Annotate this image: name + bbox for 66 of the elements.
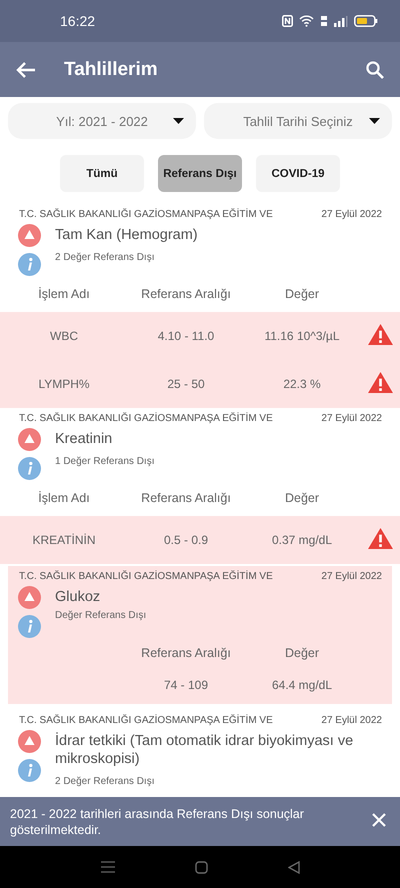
column-header: İşlem Adı [37, 287, 91, 301]
out-of-range-summary: Değer Referans Dışı [55, 610, 146, 621]
test-name: WBC [49, 329, 79, 343]
test-value: 22.3 % [282, 377, 322, 391]
test-value: 0.37 mg/dL [270, 533, 334, 547]
hospital-name: T.C. SAĞLIK BAKANLIĞI GAZİOSMANPAŞA EĞİTİM VE [19, 209, 273, 220]
test-value: 11.16 10^3/µL [263, 329, 341, 343]
result-date: 27 Eylül 2022 [321, 715, 382, 726]
home-icon[interactable] [194, 860, 208, 874]
test-value: 64.4 mg/dL [270, 678, 334, 692]
info-icon[interactable] [18, 457, 41, 480]
column-header: İşlem Adı [37, 491, 91, 505]
reference-range: 74 - 109 [162, 678, 210, 692]
warning-icon [366, 323, 394, 346]
column-header: Referans Aralığı [140, 491, 232, 505]
warning-icon [18, 224, 41, 247]
dropdown[interactable]: Tahlil Tarihi Seçiniz [204, 103, 392, 139]
info-icon[interactable] [18, 253, 41, 276]
status-time: 16:22 [60, 13, 96, 29]
reference-range: 4.10 - 11.0 [156, 329, 216, 343]
nfc-icon [282, 15, 293, 27]
back-icon[interactable] [288, 860, 300, 874]
column-header: Değer [284, 491, 320, 505]
reference-range: 25 - 50 [166, 377, 206, 391]
wifi-icon [299, 15, 314, 27]
warning-icon [18, 428, 41, 451]
test-title[interactable]: Tam Kan (Hemogram) [55, 224, 198, 244]
reference-range: 0.5 - 0.9 [162, 533, 210, 547]
hospital-name: T.C. SAĞLIK BAKANLIĞI GAZİOSMANPAŞA EĞİTİM VE [19, 571, 273, 582]
column-header: Referans Aralığı [140, 646, 232, 660]
warning-icon [18, 586, 41, 609]
result-date: 27 Eylül 2022 [321, 413, 382, 424]
back-arrow-icon[interactable] [16, 60, 36, 78]
out-of-range-summary: 1 Değer Referans Dışı [55, 456, 154, 467]
out-of-range-summary: 2 Değer Referans Dışı [55, 776, 156, 787]
column-header: Değer [284, 646, 320, 660]
caret-icon[interactable] [369, 118, 380, 124]
filter-tab[interactable]: Referans Dışı [158, 155, 242, 192]
test-title[interactable]: İdrar tetkiki (Tam otomatik idrar biyokimyası ve mikroskopisi) [55, 730, 382, 768]
warning-icon [18, 730, 41, 753]
filter-tab[interactable]: Tümü [60, 155, 144, 192]
snackbar-message: 2021 - 2022 tarihleri arasında Referans Dışı sonuçlar gösterilmektedir. [10, 806, 305, 838]
hospital-name: T.C. SAĞLIK BAKANLIĞI GAZİOSMANPAŞA EĞİTİM VE [19, 715, 273, 726]
search-icon[interactable] [366, 60, 384, 78]
screen-title: Tahlillerim [64, 58, 158, 80]
signal-icon [334, 16, 348, 26]
column-header: Değer [284, 287, 320, 301]
battery-icon [354, 15, 378, 27]
info-icon[interactable] [18, 759, 41, 782]
result-date: 27 Eylül 2022 [321, 571, 382, 582]
column-header: Referans Aralığı [140, 287, 232, 301]
result-date: 27 Eylül 2022 [321, 209, 382, 220]
hospital-name: T.C. SAĞLIK BAKANLIĞI GAZİOSMANPAŞA EĞİTİM VE [19, 413, 273, 424]
test-name: KREATİNİN [31, 533, 97, 547]
test-title[interactable]: Glukoz [55, 586, 146, 606]
warning-icon [366, 527, 394, 550]
out-of-range-summary: 2 Değer Referans Dışı [55, 252, 156, 263]
warning-icon [366, 371, 394, 394]
menu-icon[interactable] [100, 861, 114, 873]
filter-tab[interactable]: COVID-19 [256, 155, 340, 192]
info-icon[interactable] [18, 615, 41, 638]
test-title[interactable]: Kreatinin [55, 428, 154, 448]
volte-icon [320, 15, 328, 27]
test-name: LYMPH% [37, 377, 91, 391]
caret-icon[interactable] [173, 118, 184, 124]
dropdown[interactable]: Yıl: 2021 - 2022 [8, 103, 196, 139]
